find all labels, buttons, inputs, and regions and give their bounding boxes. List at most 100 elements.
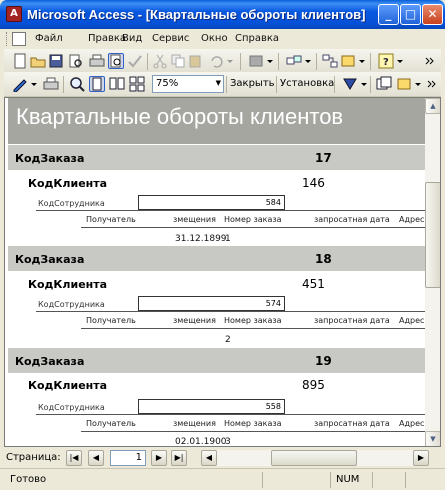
zoom-value: 75% [156, 78, 179, 89]
save-icon[interactable] [48, 53, 64, 69]
design-view-icon[interactable] [12, 76, 28, 93]
dropdown-arrow-icon[interactable] [396, 53, 404, 69]
scroll-left-button[interactable]: ◀ [201, 450, 217, 466]
column-header: Адрес [399, 419, 425, 428]
column-header: змещения [173, 215, 216, 224]
print-icon[interactable] [43, 76, 59, 92]
column-header: змещения [173, 316, 216, 325]
database-window-icon[interactable] [376, 76, 392, 92]
relationships-icon[interactable] [322, 53, 338, 69]
multiple-pages-icon[interactable] [129, 76, 145, 92]
order-id: 18 [315, 252, 332, 266]
order-label: КодЗаказа [15, 253, 85, 266]
menu-help[interactable]: Справка [235, 33, 279, 44]
two-pages-icon[interactable] [109, 76, 125, 92]
scroll-right-button[interactable]: ▶ [413, 450, 429, 466]
search-files-icon[interactable] [68, 53, 84, 69]
customer-label: КодКлиента [28, 278, 108, 291]
zoom-icon[interactable] [69, 76, 85, 92]
help-icon[interactable]: ? [378, 53, 394, 69]
detail-order-number: 2 [225, 335, 231, 345]
menu-view[interactable]: Вид [122, 33, 142, 44]
divider [81, 431, 425, 432]
dropdown-arrow-icon[interactable] [266, 53, 274, 69]
new-icon[interactable] [12, 53, 28, 69]
dropdown-arrow-icon[interactable] [360, 76, 368, 92]
detail-date: 02.01.1900 [175, 437, 227, 447]
dropdown-arrow-icon[interactable] [30, 76, 38, 92]
report-title: Квартальные обороты клиентов [16, 104, 344, 129]
document-icon[interactable] [12, 32, 26, 46]
dropdown-arrow-icon[interactable] [414, 76, 422, 92]
vertical-scrollbar[interactable]: ▲ ▼ [425, 98, 440, 446]
zoom-select[interactable]: 75% ▼ [152, 75, 224, 93]
last-page-button[interactable]: ▶| [171, 450, 187, 466]
print-preview-icon[interactable] [109, 54, 123, 68]
column-header: змещения [173, 419, 216, 428]
menu-window[interactable]: Окно [201, 33, 228, 44]
office-links-icon[interactable] [342, 76, 358, 92]
customer-label: КодКлиента [28, 177, 108, 190]
record-navigation-bar: Страница: |◀ ◀ 1 ▶ ▶| ◀ ▶ [4, 448, 441, 468]
toolbar-options-icon[interactable] [426, 76, 438, 92]
first-page-button[interactable]: |◀ [66, 450, 82, 466]
open-icon[interactable] [30, 53, 46, 69]
horizontal-scrollbar[interactable]: ◀ ▶ [201, 450, 429, 466]
new-object-icon[interactable] [396, 76, 412, 92]
close-button[interactable]: ✕ [422, 4, 443, 25]
employee-label: КодСотрудника [38, 403, 105, 412]
office-links-icon[interactable] [248, 53, 264, 69]
order-label: КодЗаказа [15, 152, 85, 165]
horizontal-scroll-thumb[interactable] [271, 450, 357, 466]
employee-id: 574 [265, 299, 281, 308]
column-header: запросатная дата [314, 316, 390, 325]
menu-tools[interactable]: Сервис [152, 33, 189, 44]
order-id: 17 [315, 151, 332, 165]
dropdown-arrow-icon[interactable] [358, 53, 366, 69]
report-preview-area[interactable]: Квартальные обороты клиентов КодЗаказа 1… [4, 97, 441, 447]
vertical-scroll-thumb[interactable] [425, 182, 440, 288]
employee-field: 558 [138, 399, 285, 414]
scroll-up-button[interactable]: ▲ [425, 98, 440, 114]
employee-id: 558 [265, 402, 281, 411]
cut-icon[interactable] [152, 53, 168, 69]
close-preview-button[interactable]: Закрыть [230, 78, 275, 89]
undo-icon[interactable] [208, 53, 224, 69]
page-setup-button[interactable]: Установка [280, 78, 334, 89]
menu-edit[interactable]: Правка [88, 33, 126, 44]
database-toolbar: ? [4, 49, 441, 74]
print-icon[interactable] [89, 53, 105, 69]
customer-id: 146 [302, 176, 325, 190]
new-object-icon[interactable] [340, 53, 356, 69]
customer-label: КодКлиента [28, 379, 108, 392]
analyze-icon[interactable] [286, 53, 302, 69]
customer-id: 895 [302, 378, 325, 392]
column-header: запросатная дата [314, 215, 390, 224]
window-title: Microsoft Access - [Квартальные обороты … [27, 7, 366, 22]
dropdown-arrow-icon[interactable] [304, 53, 312, 69]
status-bar: Готово NUM [0, 468, 445, 490]
scroll-down-button[interactable]: ▼ [425, 431, 440, 446]
dropdown-arrow-icon[interactable] [226, 53, 234, 69]
menu-file[interactable]: Файл [35, 33, 63, 44]
page-number-input[interactable]: 1 [110, 450, 146, 466]
svg-text:?: ? [383, 57, 389, 68]
employee-field: 574 [138, 296, 285, 311]
customer-id: 451 [302, 277, 325, 291]
copy-icon[interactable] [170, 53, 186, 69]
previous-page-button[interactable]: ◀ [88, 450, 104, 466]
paste-icon[interactable] [188, 53, 204, 69]
one-page-icon[interactable] [90, 77, 104, 91]
spelling-icon[interactable] [127, 53, 143, 69]
menubar-grip[interactable] [6, 32, 9, 46]
access-app-icon[interactable]: A [6, 6, 22, 22]
maximize-button[interactable]: □ [400, 4, 421, 25]
order-id: 19 [315, 354, 332, 368]
minimize-button[interactable]: _ [378, 4, 399, 25]
next-page-button[interactable]: ▶ [151, 450, 167, 466]
column-header: Номер заказа [224, 316, 282, 325]
chevron-down-icon: ▼ [215, 79, 221, 87]
divider [81, 227, 425, 228]
toolbar-options-icon[interactable] [424, 53, 436, 69]
column-header: Получатель [86, 215, 136, 224]
